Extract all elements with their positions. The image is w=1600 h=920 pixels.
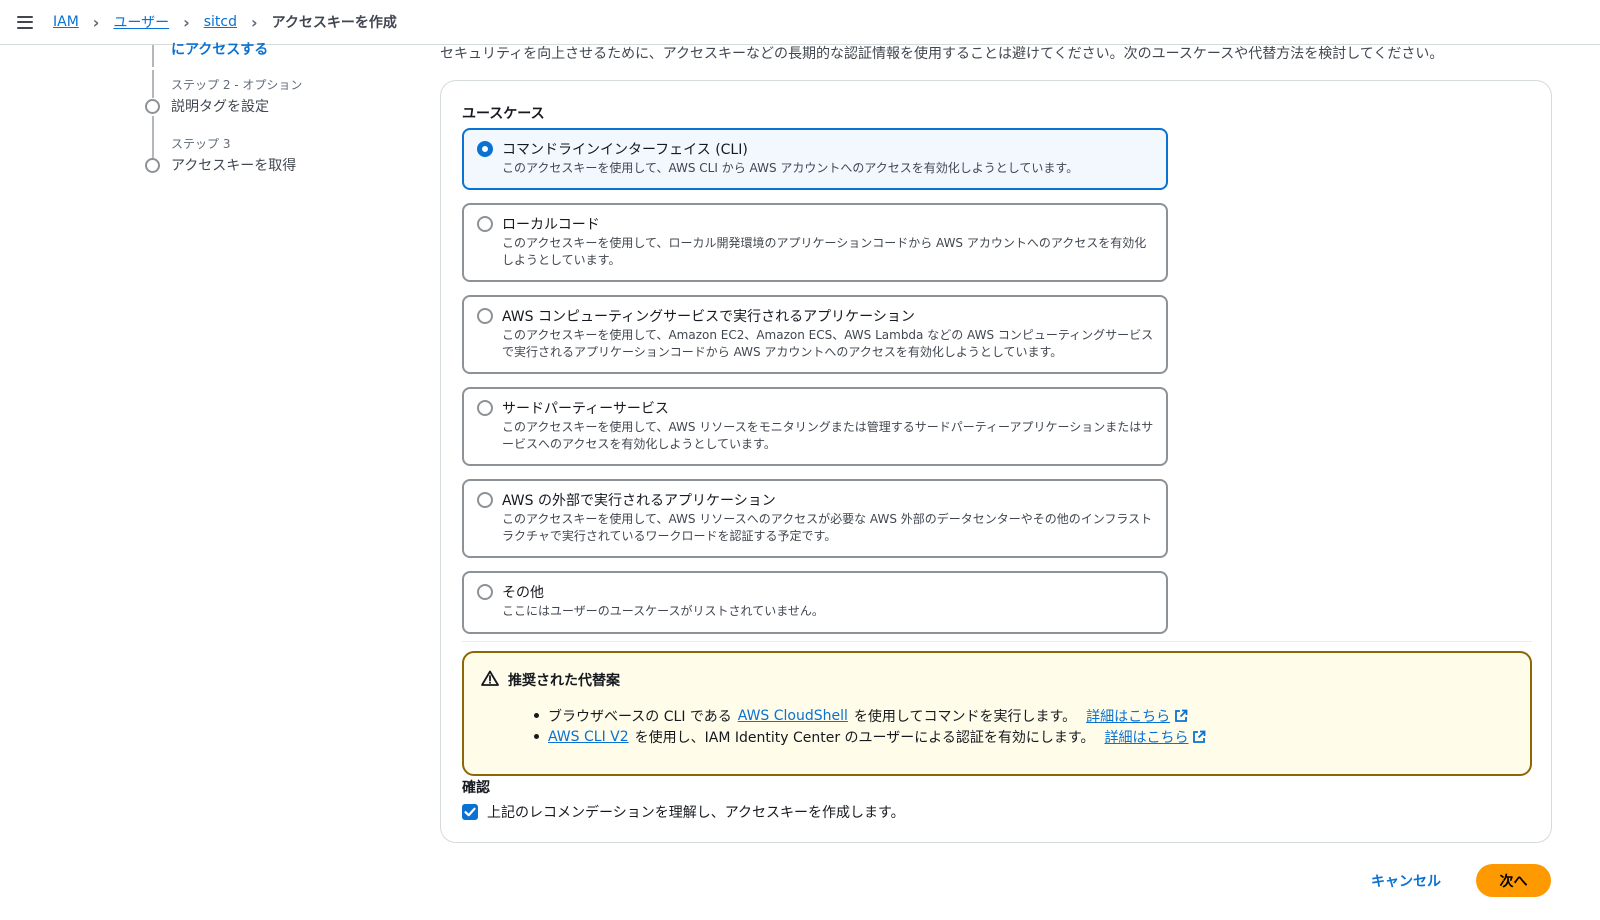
chevron-right-icon: › [250, 12, 258, 32]
radio-icon[interactable] [477, 584, 493, 600]
step-2-sub: ステップ 2 - オプション [171, 78, 303, 92]
bullet-text: を使用してコマンドを実行します。 [853, 708, 1077, 725]
alert-title: 推奨された代替案 [508, 673, 620, 689]
option-description: このアクセスキーを使用して、AWS リソースへのアクセスが必要な AWS 外部の… [502, 512, 1153, 543]
warning-icon [481, 670, 499, 686]
check-icon [464, 807, 476, 817]
confirmation-checkbox[interactable] [462, 804, 478, 820]
radio-selected-icon[interactable] [477, 141, 493, 157]
step-connector [152, 116, 154, 158]
radio-icon[interactable] [477, 216, 493, 232]
radio-icon[interactable] [477, 400, 493, 416]
chevron-right-icon: › [92, 12, 100, 32]
option-description: このアクセスキーを使用して、Amazon EC2、Amazon ECS、AWS … [502, 328, 1154, 359]
bullet-text: を使用し、IAM Identity Center のユーザーによる認証を有効にし… [634, 729, 1095, 746]
confirmation-label[interactable]: 上記のレコメンデーションを理解し、アクセスキーを作成します。 [487, 802, 905, 822]
breadcrumb: IAM › ユーザー › sitcd › アクセスキーを作成 [53, 12, 397, 32]
cli-v2-link[interactable]: AWS CLI V2 [548, 729, 629, 745]
use-case-option-third-party[interactable]: サードパーティーサービス このアクセスキーを使用して、AWS リソースをモニタリ… [462, 387, 1168, 466]
step-3-title: アクセスキーを取得 [171, 158, 297, 174]
list-item: ブラウザベースの CLI である AWS CloudShell を使用してコマン… [534, 705, 1206, 726]
chevron-right-icon: › [183, 12, 190, 32]
learn-more-link[interactable]: 詳細はこちら [1086, 706, 1170, 726]
cloudshell-link[interactable]: AWS CloudShell [738, 708, 848, 724]
next-button[interactable]: 次へ [1476, 864, 1551, 897]
use-case-option-cli[interactable]: コマンドラインインターフェイス (CLI) このアクセスキーを使用して、AWS … [462, 128, 1168, 190]
use-case-option-aws-compute[interactable]: AWS コンピューティングサービスで実行されるアプリケーション このアクセスキー… [462, 295, 1168, 374]
use-case-option-local-code[interactable]: ローカルコード このアクセスキーを使用して、ローカル開発環境のアプリケーションコ… [462, 203, 1168, 282]
alternatives-alert: 推奨された代替案 ブラウザベースの CLI である AWS CloudShell… [462, 651, 1532, 776]
learn-more-link[interactable]: 詳細はこちら [1104, 727, 1188, 747]
breadcrumb-current: アクセスキーを作成 [271, 15, 397, 31]
menu-icon[interactable] [17, 15, 33, 29]
confirmation-heading: 確認 [462, 780, 490, 796]
option-label: その他 [502, 585, 544, 601]
option-description: このアクセスキーを使用して、ローカル開発環境のアプリケーションコードから AWS… [502, 236, 1147, 267]
option-label: コマンドラインインターフェイス (CLI) [502, 142, 748, 158]
list-item: AWS CLI V2 を使用し、IAM Identity Center のユーザ… [534, 726, 1206, 747]
option-label: AWS の外部で実行されるアプリケーション [502, 493, 776, 509]
breadcrumb-user[interactable]: sitcd [204, 14, 237, 30]
use-case-option-other[interactable]: その他 ここにはユーザーのユースケースがリストされていません。 [462, 571, 1168, 634]
step-connector [152, 70, 154, 98]
use-case-option-outside-aws[interactable]: AWS の外部で実行されるアプリケーション このアクセスキーを使用して、AWS … [462, 479, 1168, 558]
option-label: ローカルコード [502, 217, 600, 233]
bullet-icon [534, 734, 539, 739]
option-description: このアクセスキーを使用して、AWS CLI から AWS アカウントへのアクセス… [502, 161, 1079, 175]
intro-text: セキュリティを向上させるために、アクセスキーなどの長期的な認証情報を使用すること… [440, 46, 1444, 62]
breadcrumb-iam[interactable]: IAM [53, 14, 79, 30]
option-description: このアクセスキーを使用して、AWS リソースをモニタリングまたは管理するサードパ… [502, 420, 1154, 451]
option-label: AWS コンピューティングサービスで実行されるアプリケーション [502, 309, 915, 325]
cancel-button[interactable]: キャンセル [1371, 871, 1441, 891]
option-description: ここにはユーザーのユースケースがリストされていません。 [502, 604, 824, 618]
breadcrumb-users[interactable]: ユーザー [113, 12, 169, 32]
option-label: サードパーティーサービス [502, 401, 669, 417]
bullet-text: ブラウザベースの CLI である [548, 708, 732, 725]
step-3-sub: ステップ 3 [171, 137, 231, 151]
use-case-panel: ユースケース コマンドラインインターフェイス (CLI) このアクセスキーを使用… [440, 80, 1552, 843]
divider [462, 641, 1532, 642]
step-connector [152, 45, 154, 67]
radio-icon[interactable] [477, 308, 493, 324]
use-case-heading: ユースケース [462, 106, 545, 122]
step-3-circle-icon [145, 158, 160, 173]
alternatives-list: ブラウザベースの CLI である AWS CloudShell を使用してコマン… [534, 705, 1206, 747]
bullet-icon [534, 713, 539, 718]
step-2-circle-icon [145, 99, 160, 114]
radio-icon[interactable] [477, 492, 493, 508]
external-link-icon[interactable] [1174, 709, 1188, 723]
external-link-icon[interactable] [1192, 730, 1206, 744]
step-2-title: 説明タグを設定 [171, 99, 269, 115]
step-1-title[interactable]: にアクセスする [171, 39, 268, 59]
